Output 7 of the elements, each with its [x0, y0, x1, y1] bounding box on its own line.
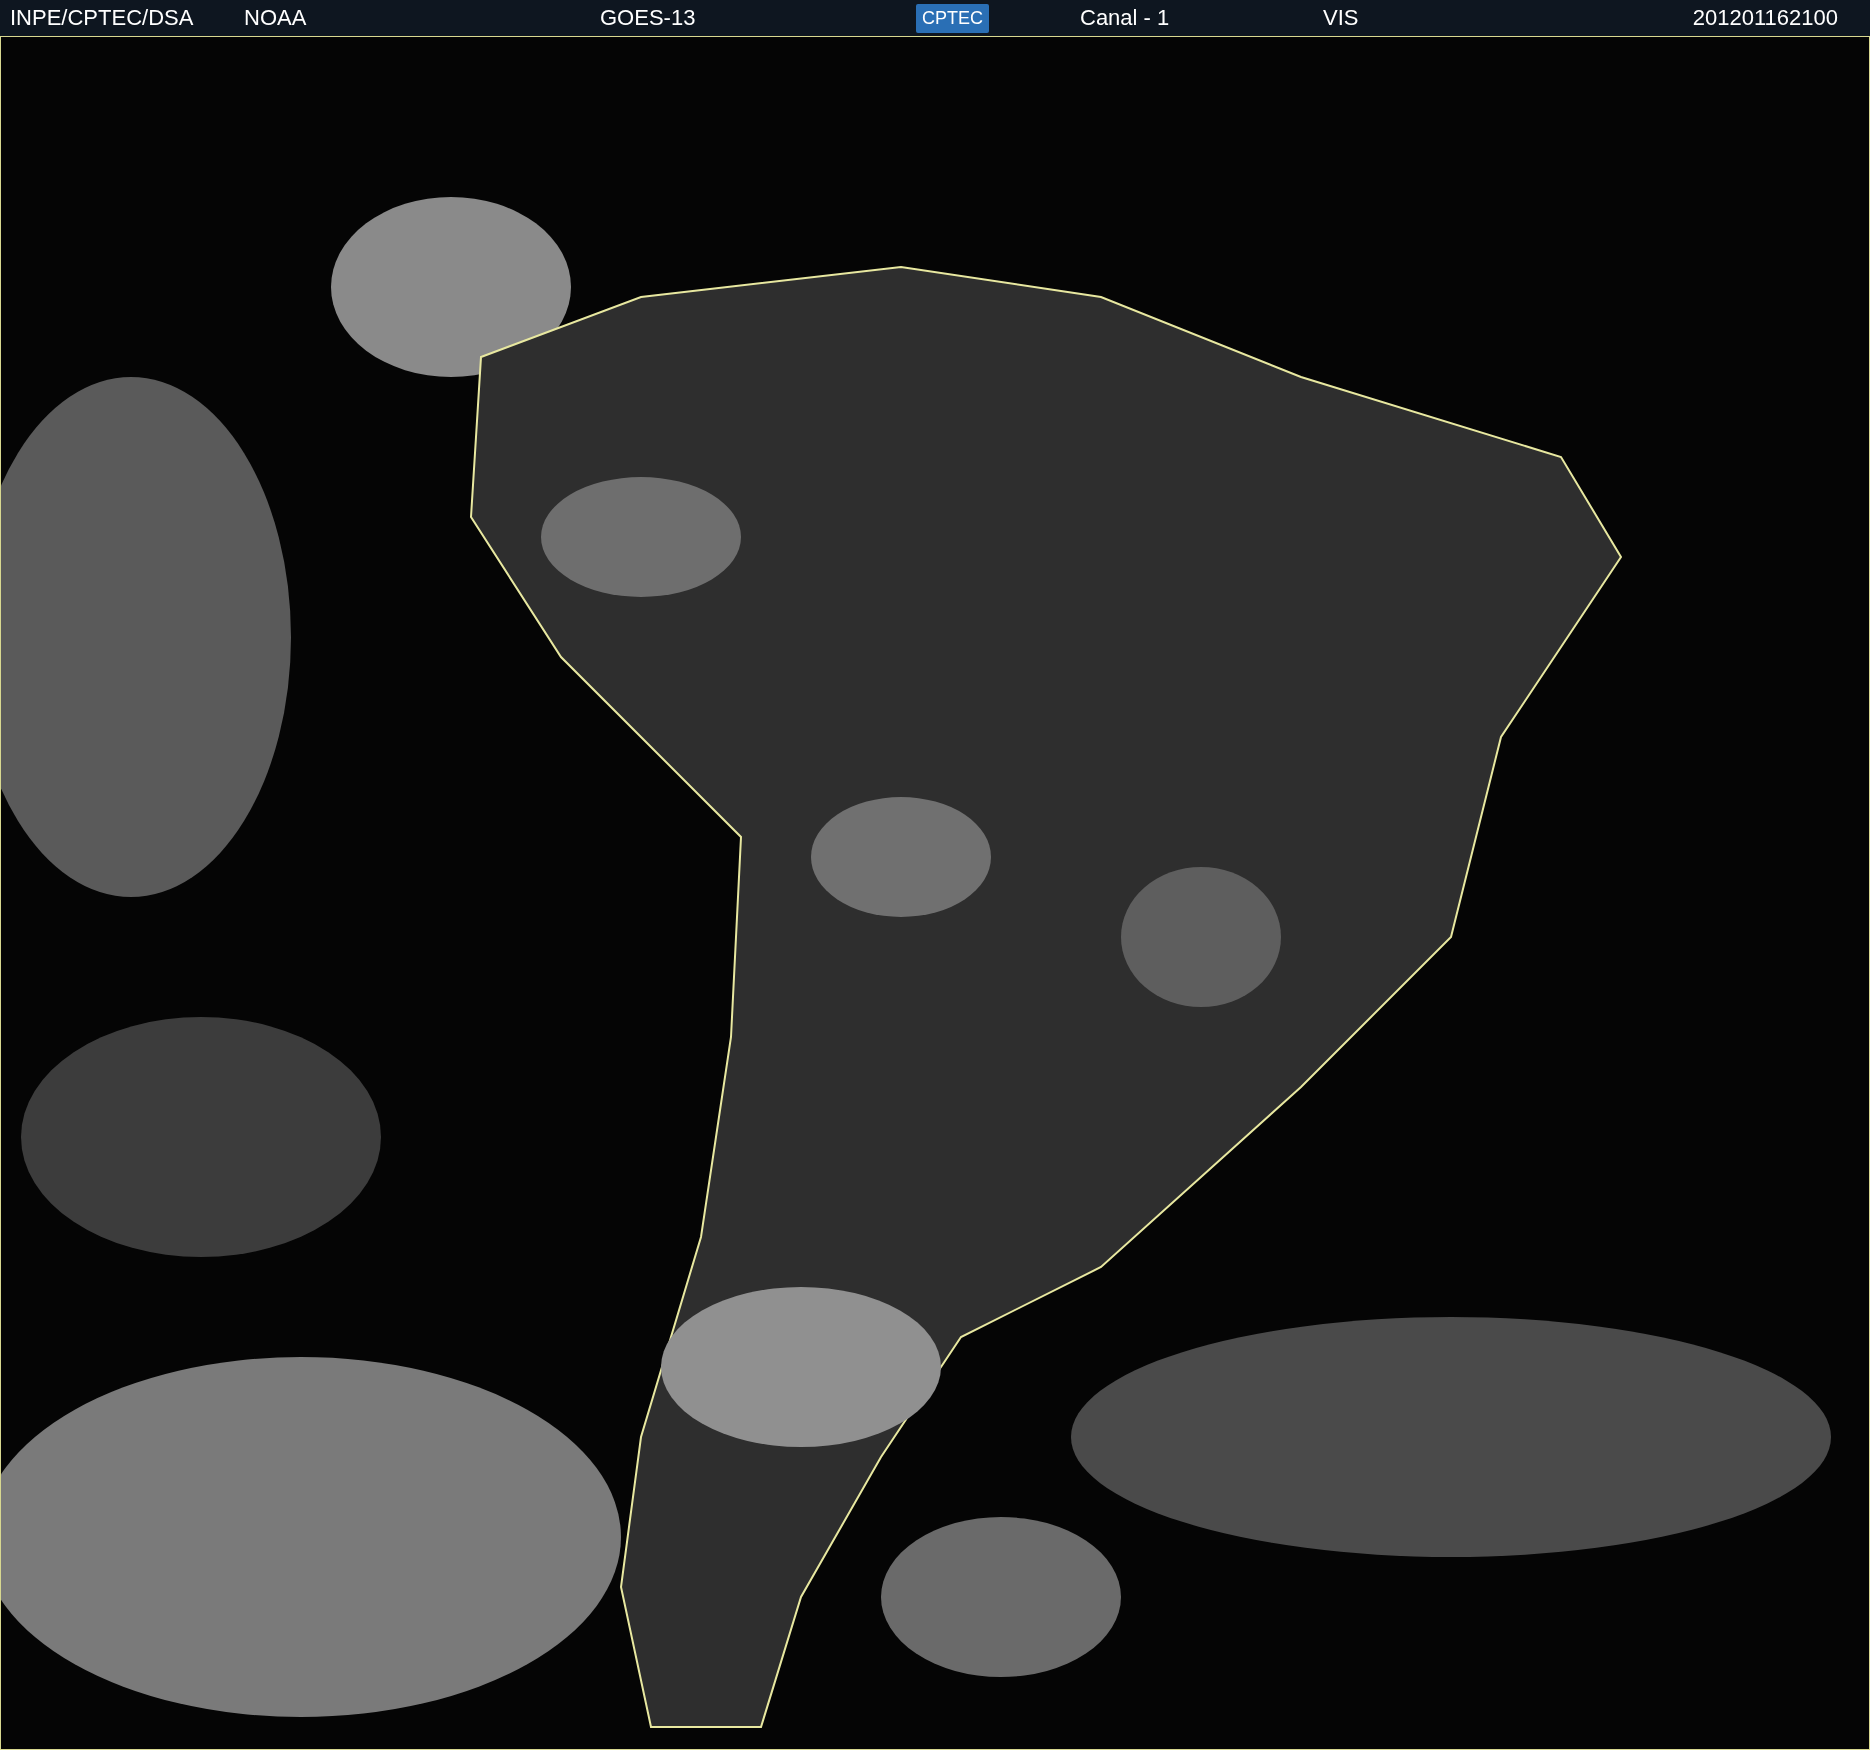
header-label: NOAA [244, 5, 307, 31]
header-label: INPE/CPTEC/DSA [10, 5, 194, 31]
header-label: 201201162100 [1692, 5, 1838, 31]
header-label: Canal - 1 [1080, 5, 1170, 31]
header-label: GOES-13 [600, 5, 696, 31]
header-label: VIS [1323, 5, 1359, 31]
logo: CPTEC [916, 3, 989, 33]
